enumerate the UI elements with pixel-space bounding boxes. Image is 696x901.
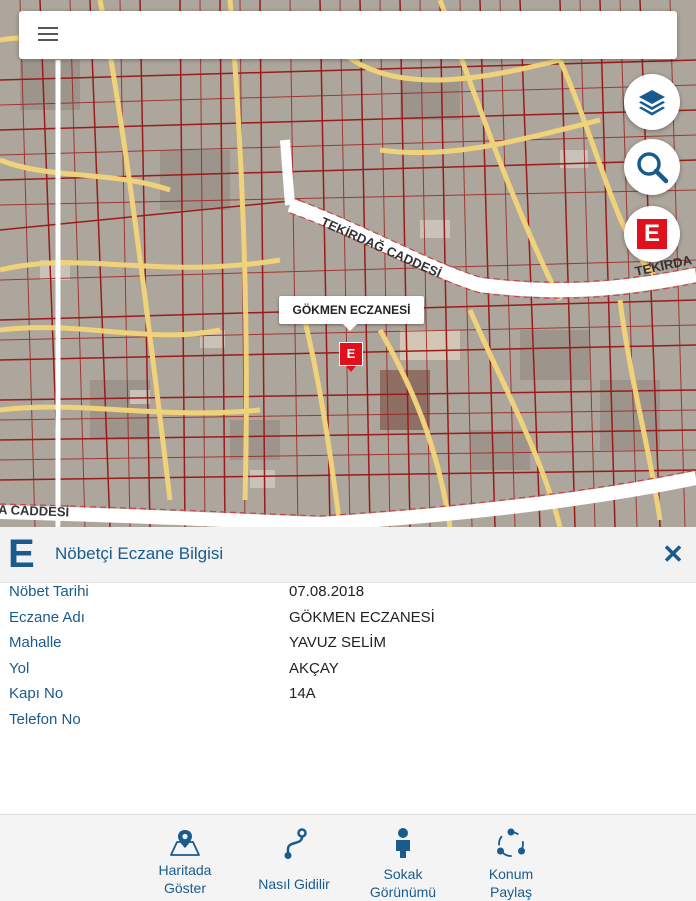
search-button[interactable] — [624, 139, 680, 195]
layers-icon — [639, 90, 665, 116]
info-row: Yol AKÇAY — [0, 660, 696, 686]
info-value-date: 07.08.2018 — [289, 583, 365, 600]
info-row: Kapı No 14A — [0, 685, 696, 711]
info-value-door: 14A — [289, 685, 316, 702]
route-icon — [284, 828, 307, 859]
directions-button[interactable]: Nasıl Gidilir — [248, 815, 340, 901]
search-icon — [637, 152, 669, 184]
street-view-label-2: Görünümü — [369, 884, 437, 900]
layers-button[interactable] — [624, 74, 680, 130]
satellite-map: TEKİRDAĞ CADDESİ TEKİRDA A CADDESİ — [0, 0, 696, 527]
pharmacy-callout[interactable]: GÖKMEN ECZANESİ — [279, 296, 424, 331]
share-icon — [497, 828, 525, 857]
show-on-map-button[interactable]: Haritada Göster — [145, 815, 225, 901]
close-icon[interactable]: ✕ — [660, 541, 686, 567]
share-location-label-1: Konum — [488, 866, 534, 882]
info-row: Mahalle YAVUZ SELİM — [0, 634, 696, 660]
street-label-caddesi: A CADDESİ — [0, 502, 69, 519]
info-row: Eczane Adı GÖKMEN ECZANESİ — [0, 609, 696, 635]
directions-label: Nasıl Gidilir — [258, 876, 330, 892]
map-view[interactable]: TEKİRDAĞ CADDESİ TEKİRDA A CADDESİ GÖKME… — [0, 0, 696, 527]
info-table: Nöbet Tarihi 07.08.2018 Eczane Adı GÖKME… — [0, 583, 696, 736]
street-view-button[interactable]: Sokak Görünümü — [360, 815, 446, 901]
info-value-neighborhood: YAVUZ SELİM — [289, 634, 386, 651]
pharmacy-e-icon: E — [637, 219, 667, 249]
info-label-date: Nöbet Tarihi — [9, 583, 89, 600]
info-label-name: Eczane Adı — [9, 608, 85, 626]
map-pin-icon — [170, 830, 200, 856]
share-location-label-2: Paylaş — [489, 884, 533, 900]
show-on-map-label-1: Haritada — [158, 862, 212, 878]
eczane-logo: E — [8, 532, 35, 576]
info-panel-title: Nöbetçi Eczane Bilgisi — [55, 544, 224, 563]
bottom-action-bar: Haritada Göster Nasıl Gidilir Sokak Görü… — [0, 814, 696, 901]
info-label-neighborhood: Mahalle — [9, 634, 62, 651]
street-view-label-1: Sokak — [383, 866, 423, 882]
info-row: Telefon No — [0, 711, 696, 737]
info-label-door: Kapı No — [9, 685, 64, 702]
info-panel-header: E Nöbetçi Eczane Bilgisi ✕ — [0, 527, 696, 583]
pharmacy-marker[interactable]: E — [339, 342, 363, 372]
info-label-phone: Telefon No — [9, 710, 81, 728]
pegman-icon — [396, 828, 410, 858]
info-value-name: GÖKMEN ECZANESİ — [289, 608, 435, 626]
show-on-map-label-2: Göster — [163, 880, 206, 896]
share-location-button[interactable]: Konum Paylaş — [470, 815, 552, 901]
info-value-road: AKÇAY — [289, 659, 339, 677]
pharmacy-e-letter: E — [643, 220, 660, 247]
info-label-road: Yol — [9, 659, 30, 677]
search-bar[interactable] — [19, 11, 677, 59]
info-row: Nöbet Tarihi 07.08.2018 — [0, 583, 696, 609]
hamburger-menu-icon[interactable] — [38, 27, 58, 43]
pharmacy-button[interactable]: E — [624, 206, 680, 262]
